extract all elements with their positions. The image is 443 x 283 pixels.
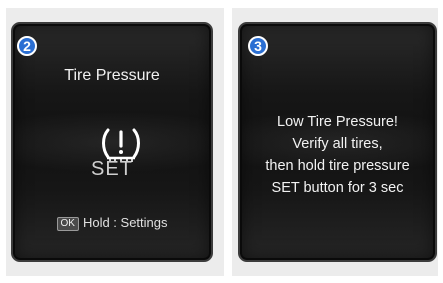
- settings-hint: OK Hold : Settings: [13, 215, 211, 231]
- set-label: SET: [91, 158, 133, 180]
- low-pressure-screen: 3 Low Tire Pressure! Verify all tires, t…: [238, 22, 437, 262]
- message-line: then hold tire pressure: [265, 158, 410, 174]
- tire-pressure-screen: 2 Tire Pressure SET OK Hold : Settings: [11, 22, 213, 262]
- message-line: Verify all tires,: [292, 136, 383, 152]
- message-line: SET button for 3 sec: [271, 180, 404, 196]
- screen-title: Tire Pressure: [64, 67, 160, 84]
- step-badge: 2: [17, 36, 37, 56]
- step-badge: 3: [248, 36, 268, 56]
- hint-text: Hold : Settings: [82, 215, 168, 230]
- ok-key-icon: OK: [56, 217, 79, 231]
- warning-message: Low Tire Pressure! Verify all tires, the…: [240, 111, 435, 199]
- message-line: Low Tire Pressure!: [277, 114, 398, 130]
